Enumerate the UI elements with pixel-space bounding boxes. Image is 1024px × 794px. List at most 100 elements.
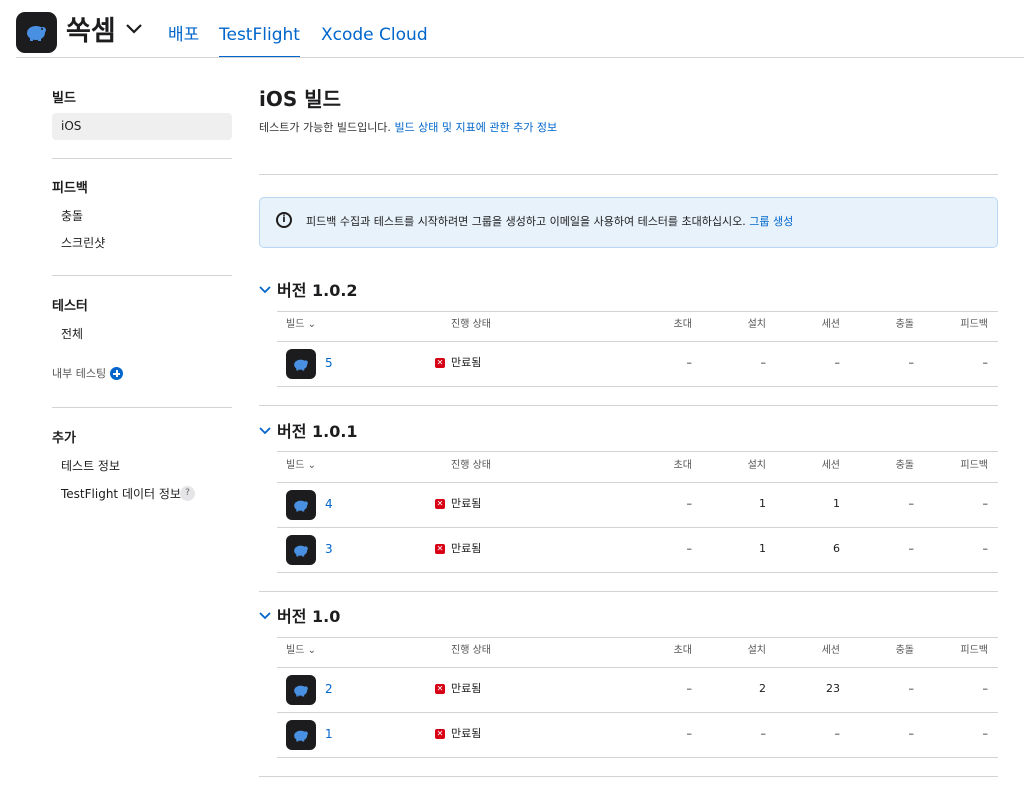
header-divider [259, 174, 998, 175]
chevron-down-icon[interactable] [259, 285, 271, 295]
build-app-icon [286, 349, 316, 379]
piggy-bank-icon [294, 359, 308, 371]
build-number-link[interactable]: 4 [325, 496, 333, 512]
build-status: 만료됨 [451, 542, 482, 555]
section-divider [259, 776, 998, 777]
build-number-link[interactable]: 5 [325, 355, 333, 371]
chevron-down-icon[interactable] [124, 22, 144, 36]
cell-installs: 1 [759, 542, 766, 555]
column-header-installs: 설치 [747, 645, 766, 656]
piggy-bank-icon [294, 545, 308, 557]
sidebar-item-crashes[interactable]: 충돌 [61, 207, 83, 225]
column-header-sessions: 세션 [821, 460, 840, 471]
internal-testing-label: 내부 테스팅 [52, 367, 107, 380]
piggy-bank-icon [27, 26, 46, 41]
build-status: 만료됨 [451, 727, 482, 740]
table-rule [277, 451, 998, 452]
build-status-info-link[interactable]: 빌드 상태 및 지표에 관한 추가 정보 [394, 121, 557, 134]
help-icon[interactable]: ? [180, 486, 195, 501]
version-title[interactable]: 버전 1.0.2 [277, 280, 358, 302]
chevron-down-icon: ⌄ [304, 319, 316, 330]
version-title[interactable]: 버전 1.0 [277, 606, 340, 628]
column-header-build[interactable]: 빌드 ⌄ [286, 644, 316, 658]
expired-icon: ✕ [435, 544, 445, 554]
cell-sessions: – [834, 727, 841, 740]
column-header-invites: 초대 [673, 460, 692, 471]
page-title: iOS 빌드 [259, 87, 342, 111]
cell-feedback: – [982, 356, 989, 369]
column-header-build[interactable]: 빌드 ⌄ [286, 459, 316, 473]
build-status: 만료됨 [451, 356, 482, 369]
sidebar-header-feedback: 피드백 [52, 181, 88, 196]
cell-crashes: – [908, 727, 915, 740]
build-number-link[interactable]: 2 [325, 681, 333, 697]
app-icon[interactable] [16, 12, 57, 53]
column-header-build-label: 빌드 [286, 645, 305, 656]
cell-invites: – [686, 682, 693, 695]
sidebar-header-builds: 빌드 [52, 91, 76, 106]
build-number-link[interactable]: 1 [325, 726, 333, 742]
info-icon: i [276, 212, 292, 228]
column-header-status: 진행 상태 [451, 645, 491, 656]
banner-text: 피드백 수집과 테스트를 시작하려면 그룹을 생성하고 이메일을 사용하여 테스… [306, 213, 793, 230]
chevron-down-icon[interactable] [259, 611, 271, 621]
build-app-icon [286, 720, 316, 750]
expired-icon: ✕ [435, 729, 445, 739]
cell-crashes: – [908, 497, 915, 510]
sidebar-item-test-info[interactable]: 테스트 정보 [61, 457, 120, 475]
chevron-down-icon: ⌄ [304, 460, 316, 471]
top-bar: 쏙셈 배포 TestFlight Xcode Cloud [0, 0, 1024, 58]
column-header-installs: 설치 [747, 460, 766, 471]
sidebar-item-ios[interactable]: iOS [61, 117, 81, 135]
cell-crashes: – [908, 542, 915, 555]
build-app-icon [286, 535, 316, 565]
build-status: 만료됨 [451, 682, 482, 695]
tab-xcode-cloud[interactable]: Xcode Cloud [321, 22, 428, 48]
expired-icon: ✕ [435, 499, 445, 509]
table-rule [277, 527, 998, 528]
cell-crashes: – [908, 356, 915, 369]
table-rule [277, 572, 998, 573]
table-rule [277, 667, 998, 668]
table-rule [277, 482, 998, 483]
column-header-build[interactable]: 빌드 ⌄ [286, 318, 316, 332]
sidebar-item-testflight-data[interactable]: TestFlight 데이터 정보 [61, 485, 181, 503]
sidebar-item-screenshots[interactable]: 스크린샷 [61, 234, 105, 252]
tab-testflight[interactable]: TestFlight [219, 22, 300, 48]
sidebar-item-all[interactable]: 전체 [61, 325, 83, 343]
cell-invites: – [686, 727, 693, 740]
version-title[interactable]: 버전 1.0.1 [277, 421, 358, 443]
column-header-status: 진행 상태 [451, 460, 491, 471]
add-internal-group-button[interactable] [110, 367, 123, 380]
cell-installs: – [760, 356, 767, 369]
build-app-icon [286, 675, 316, 705]
cell-sessions: 6 [833, 542, 840, 555]
table-rule [277, 386, 998, 387]
app-name[interactable]: 쏙셈 [66, 12, 116, 52]
expired-icon: ✕ [435, 358, 445, 368]
tab-distribution[interactable]: 배포 [168, 22, 199, 48]
cell-feedback: – [982, 542, 989, 555]
piggy-bank-icon [294, 500, 308, 512]
table-rule [277, 637, 998, 638]
build-number-link[interactable]: 3 [325, 541, 333, 557]
cell-crashes: – [908, 682, 915, 695]
build-app-icon [286, 490, 316, 520]
cell-invites: – [686, 542, 693, 555]
banner-message: 피드백 수집과 테스트를 시작하려면 그룹을 생성하고 이메일을 사용하여 테스… [306, 215, 746, 228]
info-banner: i 피드백 수집과 테스트를 시작하려면 그룹을 생성하고 이메일을 사용하여 … [259, 197, 998, 248]
create-group-link[interactable]: 그룹 생성 [749, 215, 793, 228]
cell-sessions: 23 [826, 682, 840, 695]
column-header-crashes: 충돌 [895, 460, 914, 471]
cell-installs: – [760, 727, 767, 740]
table-rule [277, 712, 998, 713]
column-header-feedback: 피드백 [960, 319, 988, 330]
sidebar-divider [52, 158, 232, 159]
column-header-crashes: 충돌 [895, 319, 914, 330]
cell-installs: 1 [759, 497, 766, 510]
chevron-down-icon[interactable] [259, 426, 271, 436]
cell-sessions: 1 [833, 497, 840, 510]
piggy-bank-icon [294, 685, 308, 697]
table-rule [277, 341, 998, 342]
cell-installs: 2 [759, 682, 766, 695]
